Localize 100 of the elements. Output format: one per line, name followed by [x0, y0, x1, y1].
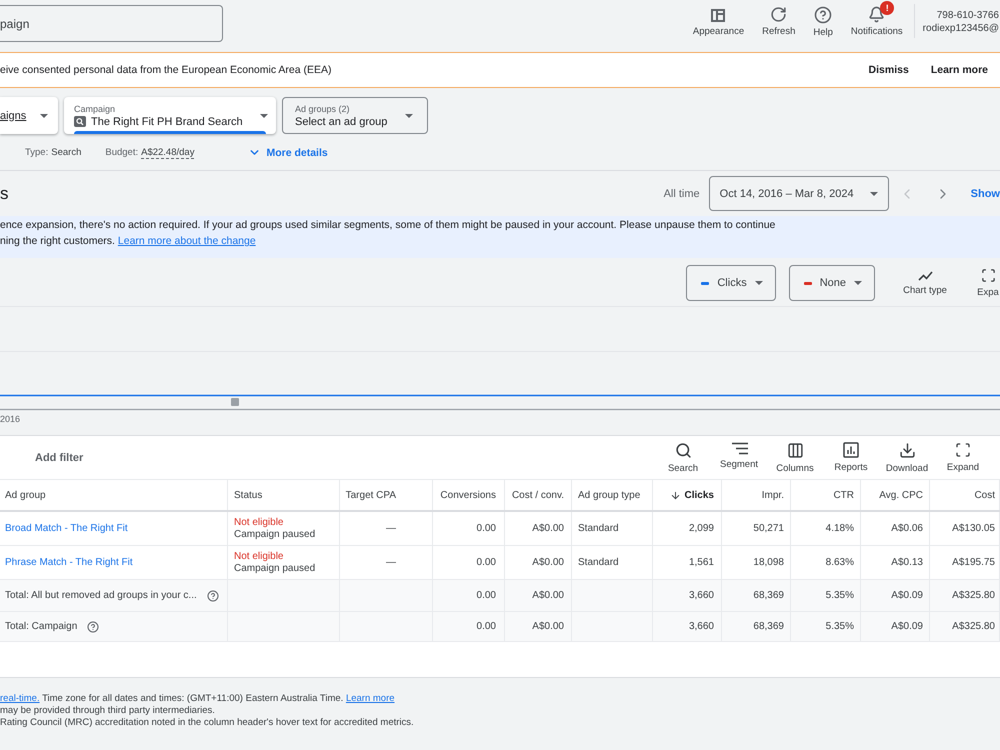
status-text: Not eligible — [234, 550, 284, 562]
column-header[interactable]: Clicks — [653, 480, 722, 510]
real-time-link[interactable]: real-time. — [0, 693, 40, 704]
table-cell: 5.35% — [791, 612, 861, 641]
table-cell: A$325.80 — [930, 580, 1000, 611]
search-icon — [74, 116, 86, 127]
info-label: Budget: — [105, 146, 138, 158]
help-icon — [814, 6, 832, 24]
table-cell: A$0.00 — [505, 546, 572, 579]
table-cell: Standard — [572, 546, 653, 579]
column-header[interactable]: Avg. CPC — [861, 480, 930, 510]
scope-selector[interactable]: Campaign The Right Fit PH Brand Search — [64, 97, 276, 134]
table-cell: A$0.09 — [861, 612, 930, 641]
toolbar-button[interactable]: ! Notifications — [850, 1, 903, 37]
footer-note: may be provided through third party intermediaries. — [0, 705, 216, 717]
column-header[interactable]: Target CPA — [340, 480, 433, 510]
table-cell: A$195.75 — [930, 546, 1000, 579]
stacked-lines-icon — [730, 442, 748, 454]
range-label: All time — [664, 188, 700, 200]
column-header[interactable]: Ad group type — [572, 480, 653, 510]
date-range-button[interactable]: Oct 14, 2016 – Mar 8, 2024 — [708, 176, 889, 211]
ad-group-link[interactable]: Phrase Match - The Right Fit — [5, 557, 133, 568]
table-cell: 8.63% — [791, 546, 861, 579]
table-cell: 3,660 — [653, 612, 722, 641]
caret-icon — [405, 114, 413, 118]
table-tool-button[interactable]: Expand — [935, 442, 991, 474]
range-handle[interactable] — [231, 398, 239, 406]
table-cell: Standard — [572, 512, 653, 545]
ad-group-link[interactable]: Broad Match - The Right Fit — [5, 523, 128, 534]
table-cell: 0.00 — [433, 512, 505, 545]
chart-tool-button[interactable]: Chart type — [901, 270, 949, 296]
column-header[interactable]: Impr. — [722, 480, 791, 510]
line-graph-icon — [918, 270, 932, 280]
more-details-button[interactable]: More details — [248, 146, 328, 159]
column-header[interactable]: Status — [228, 480, 340, 510]
caret-icon — [754, 281, 763, 285]
download-icon — [898, 442, 916, 458]
caret-icon — [260, 114, 268, 118]
table-cell: 5.35% — [791, 580, 861, 611]
column-header[interactable]: Conversions — [433, 480, 505, 510]
chart-tool-button[interactable]: Expa — [976, 268, 1000, 298]
table-cell: 68,369 — [722, 612, 791, 641]
table-tool-button[interactable]: Search — [655, 442, 711, 474]
column-header[interactable]: Cost — [930, 480, 1000, 510]
search-field[interactable]: paign — [0, 5, 223, 42]
table-cell: A$0.09 — [861, 580, 930, 611]
table-cell: A$325.80 — [930, 612, 1000, 641]
notification-badge: ! — [880, 1, 894, 15]
help-icon[interactable] — [87, 620, 100, 632]
metric-dropdown[interactable]: None — [788, 265, 875, 301]
table-cell: — — [340, 546, 433, 579]
sort-arrow-icon — [670, 490, 681, 500]
table-cell: A$0.06 — [861, 512, 930, 545]
refresh-icon — [770, 6, 788, 23]
info-value[interactable]: A$22.48/day — [141, 146, 194, 158]
table-tool-button[interactable]: Download — [879, 442, 935, 474]
selector-label: Campaign — [74, 104, 116, 114]
table-cell: 68,369 — [722, 580, 791, 611]
learn-more-link[interactable]: Learn more about the change — [118, 235, 256, 247]
column-header[interactable]: CTR — [791, 480, 861, 510]
column-header[interactable]: Cost / conv. — [505, 480, 572, 510]
table-cell: 3,660 — [653, 580, 722, 611]
table-cell: 0.00 — [433, 612, 505, 641]
show-button[interactable]: Show — [970, 188, 1000, 200]
table-tool-button[interactable]: Reports — [823, 442, 879, 474]
table-tool-button[interactable]: Segment — [711, 442, 767, 474]
info-label: Type: — [25, 147, 48, 158]
scope-selector[interactable]: Ad groups (2) Select an ad group — [282, 97, 428, 134]
total-label: Total: Campaign — [5, 621, 78, 632]
table-cell: 0.00 — [433, 546, 505, 579]
table-tool-button[interactable]: Columns — [767, 442, 823, 474]
page-title: s — [0, 184, 8, 204]
add-filter-button[interactable]: Add filter — [26, 448, 92, 468]
table-cell: A$0.00 — [505, 580, 572, 611]
learn-more-link[interactable]: Learn more — [346, 693, 395, 704]
metric-dropdown[interactable]: Clicks — [686, 265, 776, 301]
column-header[interactable]: Ad group — [0, 480, 228, 510]
notice-text: ence expansion, there's no action required. If your ad groups used similar segments, some of them might be paused in your account. Please unpause them to continue ning the right customers. Learn more about the change — [0, 216, 1000, 258]
caret-icon — [40, 114, 48, 118]
scope-selector[interactable]: aigns — [0, 97, 58, 134]
total-label: Total: All but removed ad groups in your c... — [5, 590, 197, 601]
toolbar-button[interactable]: Refresh — [762, 1, 796, 37]
status-reason: Campaign paused — [234, 562, 316, 574]
selector-value: Select an ad group — [295, 116, 388, 128]
expand-icon — [955, 442, 971, 458]
account-email: rodiexp123456@ — [922, 22, 999, 35]
table-cell: A$0.13 — [861, 546, 930, 579]
banner-button[interactable]: Dismiss — [860, 60, 917, 80]
bell-icon — [868, 6, 886, 23]
layout-icon — [710, 6, 726, 22]
search-icon — [674, 442, 692, 458]
caret-icon — [870, 192, 878, 196]
selector-value: The Right Fit PH Brand Search — [91, 116, 243, 128]
toolbar-button[interactable]: Help — [813, 0, 833, 38]
status-reason: Campaign paused — [234, 528, 316, 540]
toolbar-button[interactable]: Appearance — [692, 2, 744, 36]
help-icon[interactable] — [206, 590, 219, 602]
footer-note: real-time. Time zone for all dates and times: (GMT+11:00) Eastern Australia Time. Learn more — [0, 693, 396, 705]
expand-icon — [980, 268, 996, 283]
banner-button[interactable]: Learn more — [922, 60, 996, 80]
